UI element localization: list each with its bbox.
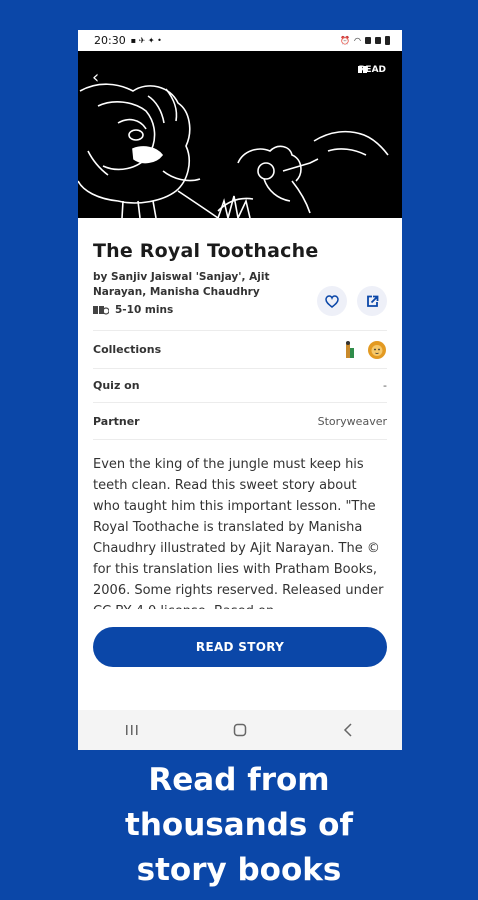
duration-text: 5-10 mins — [115, 304, 174, 316]
android-nav-bar — [78, 710, 402, 750]
book-title: The Royal Toothache — [93, 240, 319, 262]
system-icons: ⏰ ◠ — [340, 36, 390, 45]
signal2-icon — [375, 37, 381, 44]
caption-line-1: Read from — [148, 762, 330, 798]
book-details: The Royal Toothache by Sanjiv Jaiswal 'S… — [78, 240, 402, 609]
cover-illustration — [78, 83, 389, 218]
recents-button[interactable] — [112, 715, 152, 745]
read-mode-button[interactable]: READ — [358, 65, 386, 75]
lion-collection-icon[interactable] — [367, 340, 387, 360]
quiz-label: Quiz on — [93, 379, 140, 392]
share-button[interactable] — [357, 286, 387, 316]
book-icon — [358, 66, 368, 73]
book-description: Even the king of the jungle must keep hi… — [93, 457, 384, 609]
quiz-row: Quiz on - — [93, 368, 387, 402]
partner-value: Storyweaver — [317, 414, 387, 428]
recents-icon — [126, 725, 138, 735]
giraffe-collection-icon[interactable] — [343, 340, 357, 360]
signal-icon — [365, 37, 371, 44]
book-clock-icon — [93, 306, 109, 315]
home-icon — [233, 723, 247, 737]
share-icon — [366, 295, 378, 307]
read-story-button[interactable]: READ STORY — [93, 627, 387, 667]
promo-caption: Read from thousands of story books — [0, 758, 478, 893]
battery-icon — [385, 36, 390, 45]
home-button[interactable] — [220, 715, 260, 745]
book-cover-hero: ‹ READ — [78, 51, 402, 218]
alarm-icon: ⏰ — [340, 36, 351, 45]
phone-screen: 20:30 ▪ ✈ ✦ • ⏰ ◠ ‹ READ The Royal Tooth… — [78, 30, 402, 750]
heart-icon — [325, 294, 339, 308]
caption-line-3: story books — [136, 852, 342, 888]
partner-label: Partner — [93, 414, 140, 428]
quiz-value: - — [383, 379, 387, 392]
wifi-icon: ◠ — [354, 36, 361, 45]
meta-row: by Sanjiv Jaiswal 'Sanjay', Ajit Narayan… — [93, 270, 387, 316]
back-button[interactable]: ‹ — [92, 69, 99, 87]
reading-duration: 5-10 mins — [93, 304, 298, 316]
system-back-button[interactable] — [328, 715, 368, 745]
collections-label: Collections — [93, 343, 162, 356]
status-bar: 20:30 ▪ ✈ ✦ • ⏰ ◠ — [78, 30, 402, 51]
book-authors: by Sanjiv Jaiswal 'Sanjay', Ajit Narayan… — [93, 271, 270, 298]
back-icon — [343, 723, 352, 737]
favorite-button[interactable] — [317, 286, 347, 316]
caption-line-2: thousands of — [125, 807, 353, 843]
status-time: 20:30 — [94, 34, 126, 47]
collections-row[interactable]: Collections — [93, 330, 387, 368]
notification-icons: ▪ ✈ ✦ • — [130, 36, 162, 45]
partner-row: Partner Storyweaver — [93, 402, 387, 440]
